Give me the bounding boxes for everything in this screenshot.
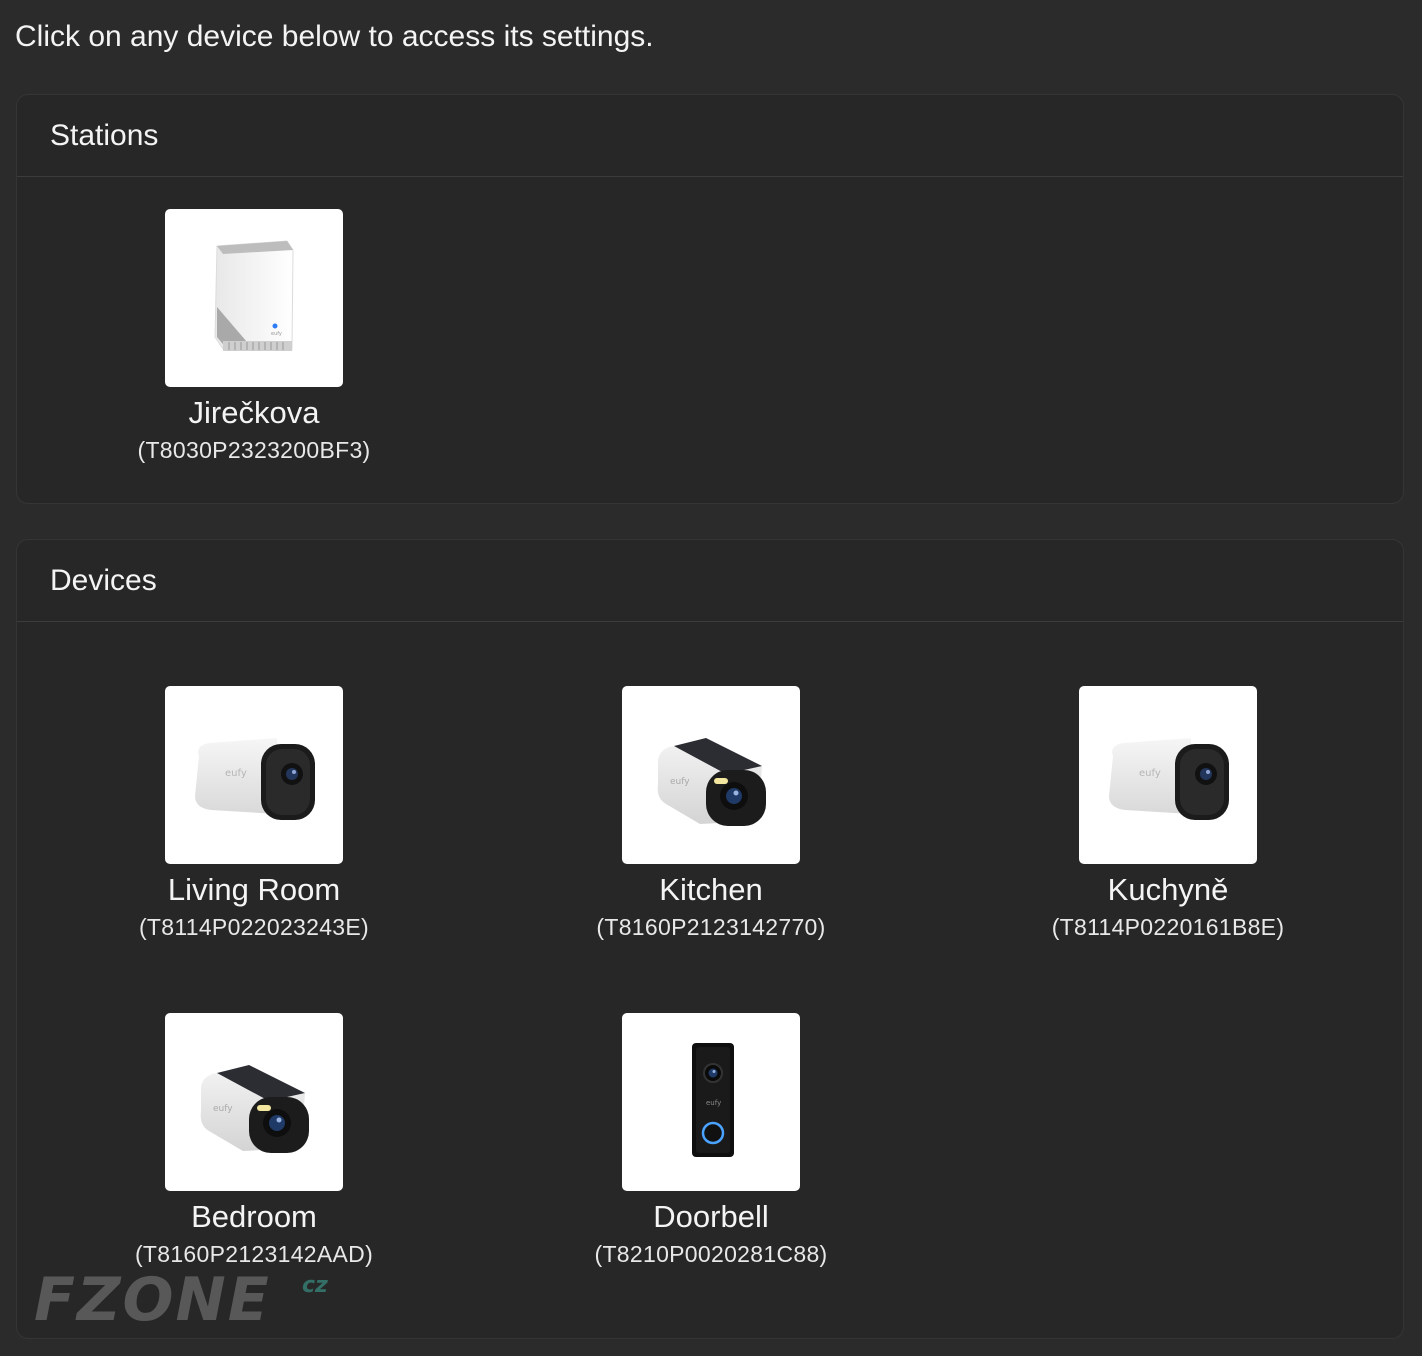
device-tile-doorbell[interactable]: eufy Doorbell (T8210P0020281C88) <box>541 1013 881 1270</box>
svg-text:eufy: eufy <box>670 777 690 787</box>
svg-text:eufy: eufy <box>225 768 247 779</box>
svg-text:eufy: eufy <box>706 1099 721 1107</box>
device-tile-bedroom[interactable]: eufy Bedroom (T8160P2123142AAD) <box>84 1013 424 1270</box>
device-tile-living-room[interactable]: eufy Living Room (T8114P022023243E) <box>84 686 424 943</box>
eufycam-2-pro-icon: eufy <box>1079 686 1257 864</box>
device-name: Kitchen <box>659 872 763 907</box>
station-tile-jireckova[interactable]: eufy Jirečkova (T8030P2323200BF3) <box>84 209 424 466</box>
svg-text:FZONE: FZONE <box>34 1270 271 1330</box>
eufycam-2-pro-icon: eufy <box>165 686 343 864</box>
device-serial: (T8114P0220161B8E) <box>1051 914 1285 940</box>
station-serial: (T8030P2323200BF3) <box>137 437 371 463</box>
station-name: Jirečkova <box>188 395 320 430</box>
svg-text:eufy: eufy <box>1139 768 1161 779</box>
eufycam-3-icon: eufy <box>165 1013 343 1191</box>
video-doorbell-icon: eufy <box>622 1013 800 1191</box>
svg-text:eufy: eufy <box>213 1104 233 1114</box>
device-serial: (T8160P2123142AAD) <box>134 1241 374 1267</box>
device-name: Kuchyně <box>1107 872 1229 907</box>
device-serial: (T8160P2123142770) <box>596 914 826 940</box>
eufycam-3-icon: eufy <box>622 686 800 864</box>
svg-text:cz: cz <box>302 1273 328 1298</box>
devices-header: Devices <box>17 540 1403 622</box>
device-serial: (T8114P022023243E) <box>138 914 370 940</box>
device-serial: (T8210P0020281C88) <box>594 1241 828 1267</box>
device-tile-kuchyne[interactable]: eufy Kuchyně (T8114P0220161B8E) <box>998 686 1338 943</box>
device-name: Bedroom <box>191 1199 317 1234</box>
stations-header: Stations <box>17 95 1403 177</box>
device-tile-kitchen[interactable]: eufy Kitchen (T8160P2123142770) <box>541 686 881 943</box>
device-name: Doorbell <box>653 1199 769 1234</box>
intro-text: Click on any device below to access its … <box>15 20 654 53</box>
homebase-station-icon: eufy <box>165 209 343 387</box>
fzone-watermark-logo: FZONE cz <box>34 1265 354 1335</box>
device-name: Living Room <box>167 872 341 907</box>
svg-text:eufy: eufy <box>271 331 282 337</box>
